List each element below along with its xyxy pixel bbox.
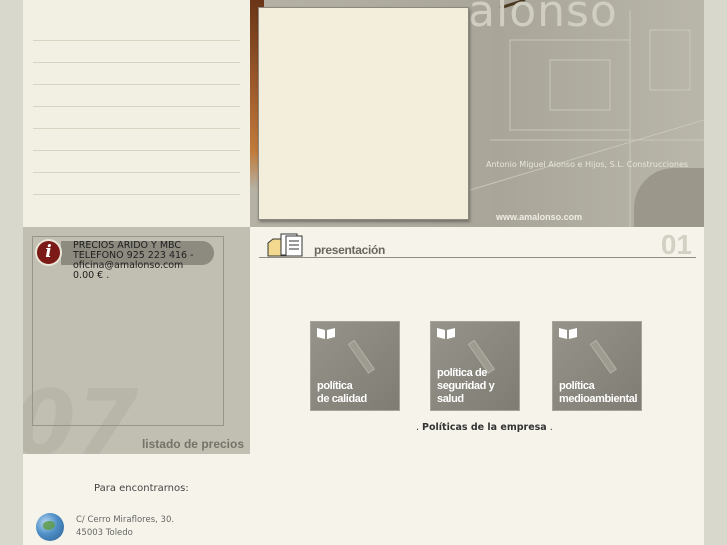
address-line2: 45003 Toledo: [76, 528, 133, 538]
price-text: PRECIOS ARIDO Y MBC TELEFONO 925 223 416…: [73, 241, 223, 281]
tile-label-line1: política: [317, 380, 353, 392]
tile-label-line2: seguridad y salud: [437, 380, 495, 405]
policy-safety-button[interactable]: política de seguridad y salud: [430, 321, 520, 411]
address-line1: C/ Cerro Miraflores, 30.: [76, 515, 175, 525]
contact-panel: Para encontrarnos: C/ Cerro Miraflores, …: [23, 454, 250, 545]
address: C/ Cerro Miraflores, 30. 45003 Toledo: [76, 514, 174, 540]
book-icon: [437, 328, 455, 339]
policies-caption: . Políticas de la empresa .: [416, 422, 553, 433]
note-line: [33, 172, 240, 173]
price-list-panel: 07 i PRECIOS ARIDO Y MBC TELEFONO 925 22…: [23, 227, 250, 454]
tile-label-line1: política: [559, 380, 595, 392]
notepad-panel: [23, 0, 250, 227]
book-icon: [317, 328, 335, 339]
photo-frame: [258, 7, 469, 220]
company-name: Antonio Miguel Alonso e Hijos, S.L. Cons…: [486, 160, 689, 169]
tile-label-line1: política de: [437, 367, 487, 379]
policies-link[interactable]: Políticas de la empresa: [422, 422, 547, 433]
note-line: [33, 194, 240, 195]
left-margin: [0, 0, 23, 545]
tile-label: política medioambiental: [559, 380, 638, 406]
website-label: www.amalonso.com: [496, 212, 583, 222]
info-icon: i: [35, 239, 62, 266]
caption-suffix: .: [546, 422, 553, 433]
note-line: [33, 62, 240, 63]
note-line: [33, 128, 240, 129]
book-icon: [559, 328, 577, 339]
price-list-link[interactable]: listado de precios: [142, 437, 244, 451]
globe-icon[interactable]: [36, 513, 64, 541]
tile-label: política de seguridad y salud: [437, 367, 519, 406]
price-value: 0.00 € .: [73, 270, 110, 281]
section-header: presentación 01: [259, 229, 696, 260]
right-margin: [704, 0, 727, 545]
note-line: [33, 150, 240, 151]
policy-environment-button[interactable]: política medioambiental: [552, 321, 642, 411]
section-title: presentación: [314, 243, 386, 257]
brand-watermark: alonso: [468, 0, 618, 37]
note-line: [33, 84, 240, 85]
globe-land: [43, 521, 55, 530]
note-line: [33, 40, 240, 41]
policy-quality-button[interactable]: política de calidad: [310, 321, 400, 411]
tile-label: política de calidad: [317, 380, 367, 406]
section-number: 01: [660, 229, 692, 260]
note-line: [33, 106, 240, 107]
tile-label-line2: medioambiental: [559, 393, 638, 405]
tile-label-line2: de calidad: [317, 393, 367, 405]
header-banner: alonso Antonio Miguel Alonso e Hijos, S.…: [250, 0, 704, 227]
folder-document-icon: [267, 233, 303, 257]
contact-title: Para encontrarnos:: [94, 483, 189, 494]
main-content: presentación 01 política de calidad polí…: [250, 227, 704, 545]
